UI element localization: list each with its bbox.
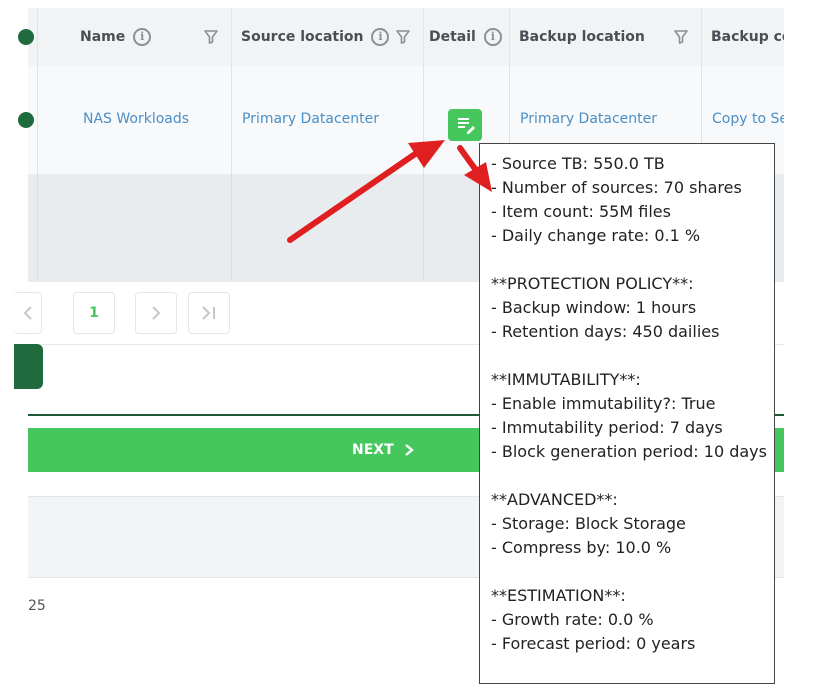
- prev-page-button[interactable]: [14, 292, 42, 334]
- info-icon[interactable]: i: [483, 28, 502, 46]
- tooltip-line: - Item count: 55M files: [491, 202, 671, 221]
- tooltip-line: - Block generation period: 10 days: [491, 442, 767, 461]
- info-icon[interactable]: i: [371, 28, 390, 46]
- name-cell-link[interactable]: NAS Workloads: [83, 111, 189, 127]
- backup-copy-link[interactable]: Copy to Secondary: [712, 111, 784, 127]
- next-page-button[interactable]: [135, 292, 177, 334]
- column-header-label: Source location: [241, 29, 364, 45]
- row-select-toggle[interactable]: [18, 112, 34, 128]
- tooltip-line: - Storage: Block Storage: [491, 514, 686, 533]
- chevron-right-icon: [152, 306, 161, 320]
- table-header: Name i Source location i Detail i Backup…: [18, 8, 784, 66]
- info-icon[interactable]: i: [133, 28, 152, 46]
- tooltip-line: [491, 248, 774, 272]
- tooltip-line: **IMMUTABILITY**:: [491, 370, 641, 389]
- tooltip-line: - Number of sources: 70 shares: [491, 178, 742, 197]
- tooltip-line: - Compress by: 10.0 %: [491, 538, 672, 557]
- select-all-toggle[interactable]: [18, 29, 34, 45]
- footer-text: 25: [28, 598, 46, 614]
- column-header-label: Backup copy: [711, 29, 784, 45]
- column-header-label: Backup location: [519, 29, 645, 45]
- chevron-left-icon: [23, 306, 32, 320]
- edit-notes-icon: [458, 118, 475, 134]
- column-header-label: Detail: [429, 29, 476, 45]
- filter-icon[interactable]: [674, 30, 688, 44]
- column-header-label: Name: [80, 29, 126, 45]
- column-header-detail[interactable]: Detail i: [429, 8, 509, 66]
- column-header-backup-location[interactable]: Backup location i: [519, 8, 649, 66]
- page-button-current[interactable]: 1: [73, 292, 115, 334]
- source-location-link[interactable]: Primary Datacenter: [242, 111, 379, 127]
- tooltip-line: - Retention days: 450 dailies: [491, 322, 720, 341]
- tooltip-line: - Enable immutability?: True: [491, 394, 716, 413]
- tooltip-line: [491, 560, 774, 584]
- tooltip-line: [491, 344, 774, 368]
- detail-button[interactable]: [448, 109, 482, 141]
- next-button-label: NEXT: [352, 442, 394, 458]
- last-page-button[interactable]: [188, 292, 230, 334]
- tooltip-line: **PROTECTION POLICY**:: [491, 274, 694, 293]
- tooltip-line: - Source TB: 550.0 TB: [491, 154, 665, 173]
- tooltip-line: [491, 464, 774, 488]
- action-button[interactable]: [14, 344, 43, 389]
- tooltip-line: **ADVANCED**:: [491, 490, 618, 509]
- tooltip-line: - Forecast period: 0 years: [491, 634, 696, 653]
- last-page-icon: [202, 306, 215, 320]
- detail-tooltip: - Source TB: 550.0 TB - Number of sources…: [479, 143, 775, 684]
- tooltip-line: - Backup window: 1 hours: [491, 298, 697, 317]
- filter-icon[interactable]: [396, 30, 410, 44]
- tooltip-line: - Daily change rate: 0.1 %: [491, 226, 701, 245]
- column-header-source-location[interactable]: Source location i: [241, 8, 391, 66]
- backup-location-link[interactable]: Primary Datacenter: [520, 111, 657, 127]
- filter-icon[interactable]: [204, 30, 218, 44]
- chevron-right-icon: [404, 444, 414, 456]
- tooltip-line: **ESTIMATION**:: [491, 586, 626, 605]
- tooltip-line: - Immutability period: 7 days: [491, 418, 723, 437]
- tooltip-line: - Growth rate: 0.0 %: [491, 610, 654, 629]
- column-header-backup-copy[interactable]: Backup copy: [711, 8, 784, 66]
